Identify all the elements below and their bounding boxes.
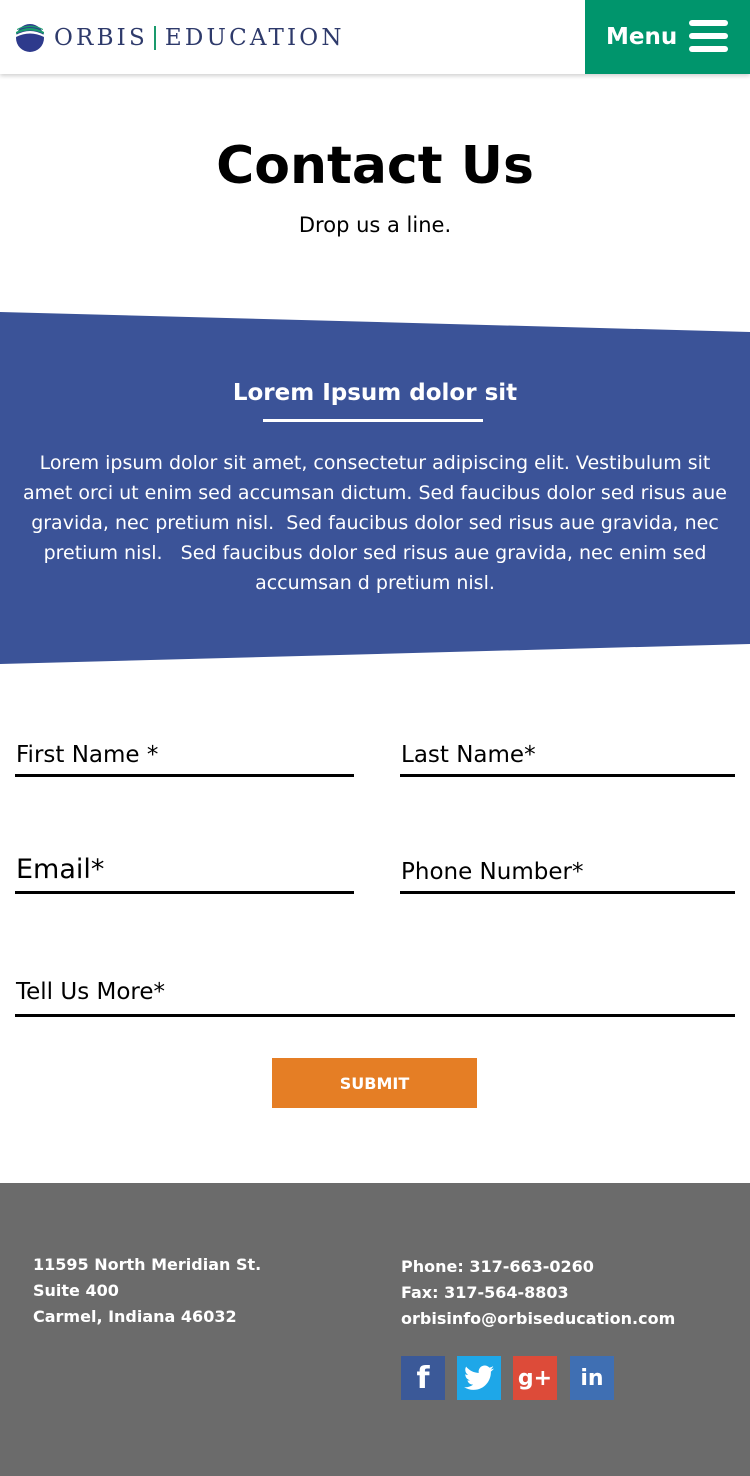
last-name-field-wrapper	[400, 730, 737, 777]
logo[interactable]: ORBIS EDUCATION	[15, 22, 345, 54]
site-header: ORBIS EDUCATION Menu	[0, 0, 750, 74]
facebook-link[interactable]: f	[401, 1356, 445, 1400]
footer-phone[interactable]: Phone: 317-663-0260	[401, 1254, 675, 1280]
logo-wordmark: ORBIS EDUCATION	[54, 25, 345, 51]
page-title: Contact Us	[216, 136, 534, 196]
linkedin-glyph: in	[580, 1365, 604, 1391]
site-footer: 11595 North Meridian St. Suite 400 Carme…	[0, 1183, 750, 1476]
first-name-field-wrapper	[15, 730, 356, 777]
footer-fax: Fax: 317-564-8803	[401, 1283, 569, 1302]
intro-heading-underline	[263, 419, 483, 422]
linkedin-link[interactable]: in	[570, 1356, 614, 1400]
message-field-wrapper	[15, 970, 737, 1017]
linkedin-icon: in	[580, 1366, 603, 1391]
twitter-link[interactable]	[457, 1356, 501, 1400]
phone-field-wrapper	[400, 846, 737, 894]
facebook-icon: f	[416, 1361, 429, 1396]
google-plus-link[interactable]: g+	[513, 1356, 557, 1400]
email-input[interactable]	[15, 854, 356, 885]
address-line-3: Carmel, Indiana 46032	[33, 1307, 237, 1326]
phone-input[interactable]	[400, 859, 737, 885]
submit-button[interactable]: SUBMIT	[272, 1058, 477, 1108]
google-plus-glyph: g+	[517, 1365, 553, 1391]
intro-heading: Lorem Ipsum dolor sit	[232, 380, 518, 406]
address-line-1: 11595 North Meridian St.	[33, 1255, 262, 1274]
footer-address: 11595 North Meridian St. Suite 400 Carme…	[33, 1252, 261, 1330]
last-name-input[interactable]	[400, 742, 737, 768]
hamburger-icon	[689, 20, 728, 52]
message-textarea[interactable]	[15, 976, 737, 1008]
menu-button[interactable]: Menu	[585, 0, 750, 74]
address-line-2: Suite 400	[33, 1281, 119, 1300]
logo-text-right: EDUCATION	[164, 25, 345, 51]
orbis-logo-icon	[16, 24, 44, 52]
page-subtitle: Drop us a line.	[298, 213, 452, 237]
email-field-wrapper	[15, 846, 356, 894]
footer-email-link[interactable]: orbisinfo@orbiseducation.com	[401, 1309, 675, 1328]
google-plus-icon: g+	[518, 1366, 552, 1391]
logo-divider	[153, 26, 156, 50]
first-name-input[interactable]	[15, 742, 356, 768]
intro-text: Lorem ipsum dolor sit amet, consectetur …	[23, 452, 734, 594]
menu-label: Menu	[606, 24, 678, 50]
twitter-icon	[464, 1365, 494, 1390]
footer-contact: Phone: 317-663-0260 Fax: 317-564-8803 or…	[401, 1254, 675, 1332]
logo-text-left: ORBIS	[54, 25, 148, 51]
facebook-glyph: f	[416, 1360, 430, 1396]
